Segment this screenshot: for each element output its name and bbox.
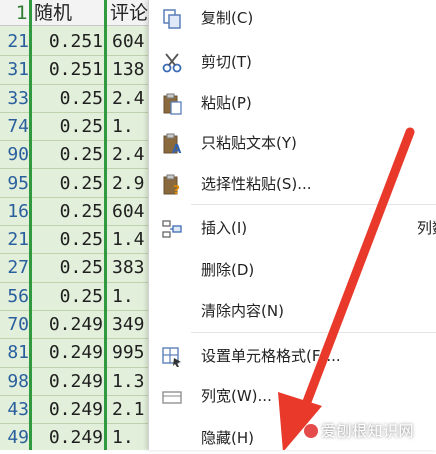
- table-row[interactable]: 95 0.25 2.9: [0, 170, 160, 198]
- cell-row-number[interactable]: 16: [0, 198, 29, 225]
- format-cells-icon: [162, 347, 181, 367]
- table-row[interactable]: 70 0.249 349: [0, 311, 160, 340]
- cell-row-number[interactable]: 81: [0, 339, 29, 366]
- cell-random[interactable]: 0.25: [33, 226, 103, 253]
- menu-item-paste-special[interactable]: ? 选择性粘贴(S)...: [149, 168, 436, 200]
- cell-random[interactable]: 0.25: [33, 198, 103, 225]
- table-row[interactable]: 31 0.251 138: [0, 56, 160, 85]
- table-row[interactable]: 33 0.25 2.4: [0, 85, 160, 113]
- menu-item-clear-contents[interactable]: 清除内容(N): [149, 295, 436, 327]
- table-row[interactable]: 74 0.25 1.: [0, 113, 160, 142]
- insert-columns-label: 列数: [417, 219, 436, 237]
- scissors-icon: [162, 53, 182, 73]
- selection-border-right: [104, 0, 107, 450]
- cell-random[interactable]: 0.25: [33, 283, 103, 310]
- table-row[interactable]: 98 0.249 1.3: [0, 368, 160, 396]
- cell-random[interactable]: 0.251: [33, 56, 103, 83]
- menu-item-insert[interactable]: 插入(I) 列数: [149, 212, 436, 244]
- menu-item-paste-text-only[interactable]: A 只粘贴文本(Y): [149, 127, 436, 159]
- cell-row-number[interactable]: 43: [0, 396, 29, 423]
- cell-row-number[interactable]: 31: [0, 56, 29, 83]
- cell-random[interactable]: 0.249: [33, 424, 103, 450]
- cell-row-number[interactable]: 49: [0, 424, 29, 450]
- column-width-icon: [162, 391, 182, 404]
- menu-item-label: 清除内容(N): [201, 302, 284, 320]
- menu-item-copy[interactable]: 复制(C): [149, 2, 436, 34]
- table-row[interactable]: 49 0.249 1.: [0, 424, 160, 450]
- menu-item-label: 设置单元格格式(F)...: [201, 347, 341, 365]
- paste-text-icon: A: [163, 133, 182, 155]
- menu-item-label: 列宽(W)...: [201, 387, 272, 405]
- menu-item-label: 粘贴(P): [201, 94, 252, 112]
- menu-item-label: 插入(I): [201, 219, 248, 237]
- cell-row-number[interactable]: 21: [0, 226, 29, 253]
- menu-item-label: 剪切(T): [201, 53, 252, 71]
- menu-item-column-width[interactable]: 列宽(W)...: [149, 380, 436, 412]
- table-row[interactable]: 81 0.249 995: [0, 339, 160, 368]
- cell-random[interactable]: 0.25: [33, 170, 103, 197]
- column-header-random-label: 随机: [34, 2, 73, 24]
- cell-row-number[interactable]: 70: [0, 311, 29, 338]
- menu-item-cut[interactable]: 剪切(T): [149, 46, 436, 78]
- cell-row-number[interactable]: 98: [0, 368, 29, 395]
- cell-row-number[interactable]: 95: [0, 170, 29, 197]
- menu-item-format-cells[interactable]: 设置单元格格式(F)...: [149, 340, 436, 372]
- cell-random[interactable]: 0.249: [33, 311, 103, 338]
- menu-item-delete[interactable]: 删除(D): [149, 254, 436, 286]
- menu-item-label: 隐藏(H): [201, 429, 254, 447]
- cell-row-number[interactable]: 33: [0, 85, 29, 112]
- table-row[interactable]: 21 0.25 1.4: [0, 226, 160, 255]
- watermark-logo-icon: [304, 424, 318, 438]
- svg-text:A: A: [172, 142, 182, 155]
- column-header-a[interactable]: 1: [0, 0, 30, 26]
- menu-separator: [191, 204, 436, 205]
- menu-item-paste[interactable]: 粘贴(P): [149, 87, 436, 119]
- cell-row-number[interactable]: 27: [0, 254, 29, 281]
- cell-random[interactable]: 0.251: [33, 28, 103, 55]
- menu-item-label: 复制(C): [201, 9, 254, 27]
- paste-icon: [163, 93, 182, 115]
- cell-random[interactable]: 0.249: [33, 396, 103, 423]
- cell-random[interactable]: 0.25: [33, 113, 103, 140]
- insert-icon: [162, 220, 182, 238]
- table-row[interactable]: 90 0.25 2.4: [0, 141, 160, 170]
- paste-special-icon: ?: [163, 174, 180, 196]
- table-row[interactable]: 56 0.25 1.: [0, 283, 160, 311]
- cell-random[interactable]: 0.25: [33, 85, 103, 112]
- cell-row-number[interactable]: 90: [0, 141, 29, 168]
- cell-random[interactable]: 0.25: [33, 254, 103, 281]
- watermark-text: 爱刨根知识网: [321, 422, 415, 440]
- cell-random[interactable]: 0.249: [33, 339, 103, 366]
- cell-row-number[interactable]: 56: [0, 283, 29, 310]
- menu-item-label: 选择性粘贴(S)...: [201, 175, 312, 193]
- context-menu: 复制(C) 剪切(T) 粘贴(P) A 只粘贴文本(Y) ? 选择性粘贴(S).…: [148, 0, 436, 450]
- table-row[interactable]: 16 0.25 604: [0, 198, 160, 227]
- spreadsheet: 1 随机 ▼ 评论 210.251604310.251138330.252.47…: [0, 0, 160, 450]
- menu-item-label: 只粘贴文本(Y): [201, 134, 297, 152]
- column-header-random[interactable]: 随机 ▼: [31, 0, 106, 26]
- table-row[interactable]: 21 0.251 604: [0, 28, 160, 57]
- menu-item-label: 删除(D): [201, 261, 255, 279]
- menu-separator: [191, 332, 436, 333]
- table-row[interactable]: 43 0.249 2.1: [0, 396, 160, 425]
- copy-icon: [163, 9, 181, 29]
- cell-random[interactable]: 0.249: [33, 368, 103, 395]
- cell-random[interactable]: 0.25: [33, 141, 103, 168]
- svg-text:?: ?: [173, 183, 180, 196]
- cell-row-number[interactable]: 21: [0, 28, 29, 55]
- table-row[interactable]: 27 0.25 383: [0, 254, 160, 283]
- selection-border-left: [29, 0, 32, 450]
- watermark: 爱刨根知识网: [304, 420, 414, 441]
- cell-row-number[interactable]: 74: [0, 113, 29, 140]
